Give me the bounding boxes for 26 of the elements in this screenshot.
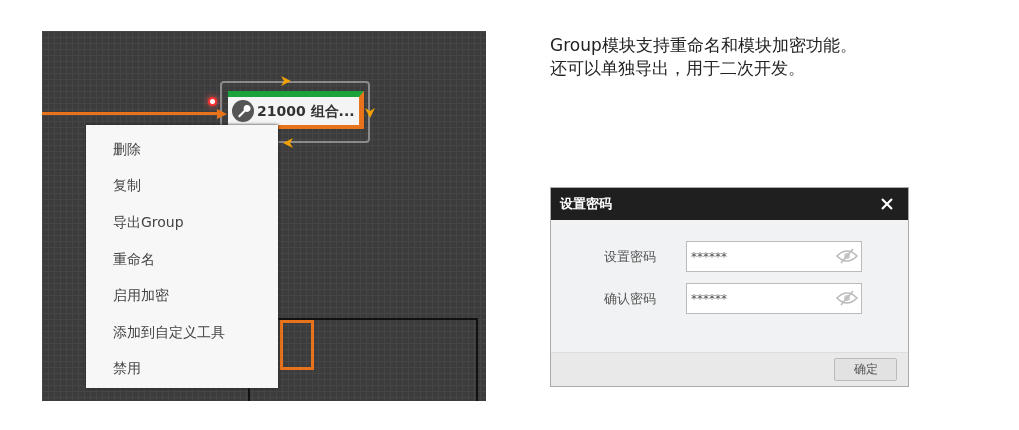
node-label: 21000 组合... [257, 101, 355, 121]
password-field[interactable]: ****** [686, 283, 862, 315]
eye-slash-icon[interactable] [836, 248, 858, 265]
menu-item[interactable]: 添加到自定义工具 [86, 313, 278, 351]
confirm-button[interactable]: 确定 [834, 357, 897, 381]
status-dot-icon [208, 97, 217, 106]
menu-item[interactable]: 导出Group [86, 204, 278, 241]
port-arrow-icon [364, 107, 376, 119]
description-text: Group模块支持重命名和模块加密功能。 [550, 34, 858, 57]
eye-slash-icon[interactable] [836, 290, 858, 307]
dialog-title: 设置密码 [560, 195, 612, 214]
port-arrow-icon [282, 137, 294, 149]
close-icon[interactable] [880, 196, 894, 211]
description-text: 还可以单独导出，用于二次开发。 [550, 56, 806, 80]
field-label: 设置密码 [603, 248, 657, 267]
menu-item[interactable]: 删除 [86, 131, 278, 168]
menu-item[interactable]: 禁用 [86, 350, 278, 388]
menu-item[interactable]: 启用加密 [86, 277, 278, 314]
mini-node [280, 320, 314, 370]
connector-arrow-icon [216, 108, 228, 120]
menu-item[interactable]: 重命名 [86, 240, 278, 278]
port-arrow-icon [280, 75, 292, 87]
field-label: 确认密码 [603, 290, 657, 309]
module-node[interactable]: 21000 组合... [228, 91, 364, 129]
menu-item[interactable]: 复制 [86, 167, 278, 205]
password-field[interactable]: ****** [686, 241, 862, 273]
